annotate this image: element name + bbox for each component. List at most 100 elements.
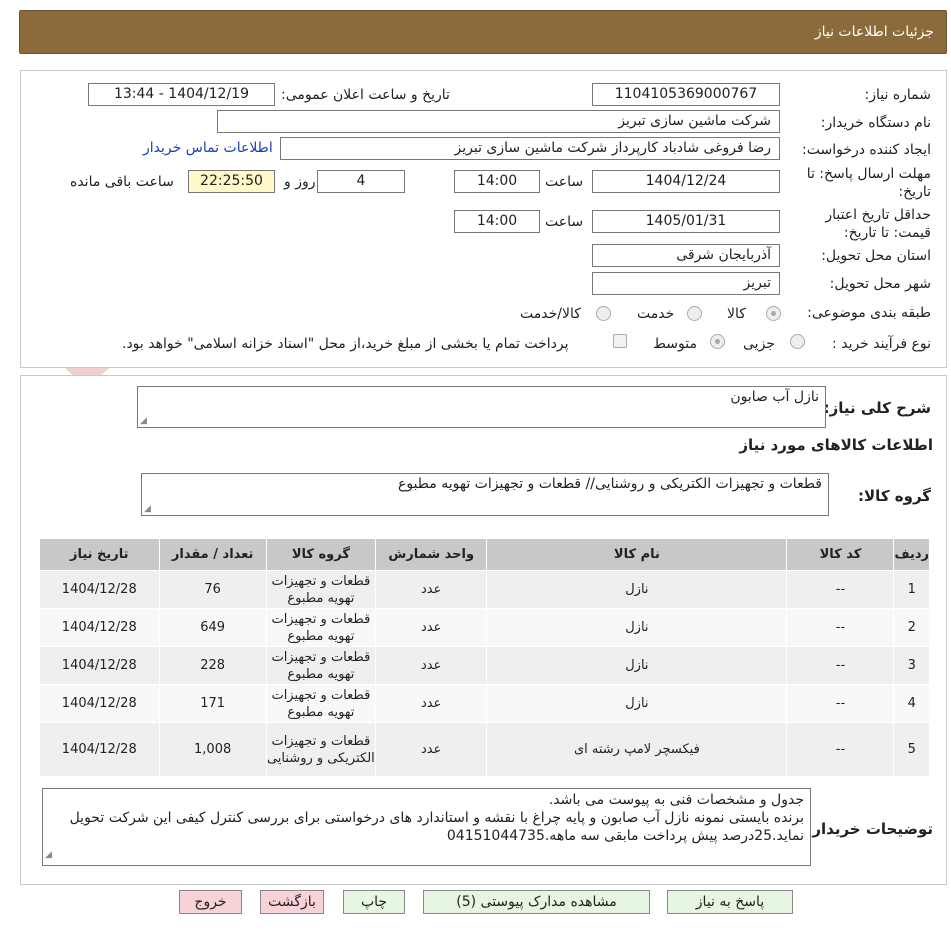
row-group: قطعات و تجهیزات الکتریکی و روشنایی	[265, 722, 377, 777]
row-name: نازل	[486, 570, 788, 609]
row-group: قطعات و تجهیزات تهویه مطبوع	[265, 570, 377, 609]
buyer-contact-link[interactable]: اطلاعات تماس خریدار	[143, 140, 273, 156]
process-radio-medium[interactable]	[710, 334, 725, 349]
goods-group-label: گروه کالا:	[858, 487, 931, 505]
deadline-label: مهلت ارسال پاسخ: تا تاریخ:	[806, 166, 931, 200]
creator-label: ایجاد کننده درخواست:	[802, 142, 931, 158]
col-header-index: ردیف	[893, 538, 930, 571]
purchase-process-label: نوع فرآیند خرید :	[832, 336, 931, 352]
buyer-notes-label: توضیحات خریدار:	[806, 820, 933, 838]
goods-group-text: قطعات و تجهیزات الکتریکی و روشنایی// قطع…	[398, 476, 822, 492]
row-date: 1404/12/28	[39, 722, 160, 777]
creator-field: رضا فروغی شادباد کارپرداز شرکت ماشین ساز…	[280, 137, 780, 160]
need-number-label: شماره نیاز:	[864, 87, 932, 103]
row-index: 2	[893, 608, 930, 647]
table-row: 1 -- نازل عدد قطعات و تجهیزات تهویه مطبو…	[39, 570, 930, 609]
row-date: 1404/12/28	[39, 608, 160, 647]
table-row: 4 -- نازل عدد قطعات و تجهیزات تهویه مطبو…	[39, 684, 930, 723]
category-label: طبقه بندی موضوعی:	[807, 305, 931, 321]
price-validity-label: حداقل تاریخ اعتبار قیمت: تا تاریخ:	[825, 207, 931, 241]
col-header-group: گروه کالا	[265, 538, 377, 571]
row-qty: 76	[158, 570, 267, 609]
col-header-qty: تعداد / مقدار	[158, 538, 267, 571]
row-unit: عدد	[375, 684, 488, 723]
row-code: --	[786, 608, 895, 647]
price-validity-date-field: 1405/01/31	[592, 210, 780, 233]
col-header-date: تاریخ نیاز	[39, 538, 160, 571]
announce-date-label: تاریخ و ساعت اعلان عمومی:	[281, 87, 450, 103]
delivery-province-field: آذربایجان شرقی	[592, 244, 780, 267]
announce-date-field: 1404/12/19 - 13:44	[88, 83, 275, 106]
row-date: 1404/12/28	[39, 570, 160, 609]
print-button[interactable]: چاپ	[343, 890, 405, 914]
category-option-goods: کالا	[727, 306, 746, 322]
page-title: جزئیات اطلاعات نیاز	[814, 24, 934, 40]
col-header-name: نام کالا	[486, 538, 788, 571]
time-remaining-label: ساعت باقی مانده	[70, 174, 174, 190]
row-name: نازل	[486, 684, 788, 723]
process-option-medium: متوسط	[653, 336, 697, 352]
category-radio-service[interactable]	[687, 306, 702, 321]
buyer-org-label: نام دستگاه خریدار:	[820, 115, 931, 131]
delivery-city-field: تبریز	[592, 272, 780, 295]
row-qty: 171	[158, 684, 267, 723]
row-index: 1	[893, 570, 930, 609]
row-group: قطعات و تجهیزات تهویه مطبوع	[265, 684, 377, 723]
category-radio-goods-service[interactable]	[596, 306, 611, 321]
price-validity-time-field: 14:00	[454, 210, 540, 233]
summary-textarea[interactable]: نازل آب صابون ◢	[137, 386, 826, 428]
delivery-city-label: شهر محل تحویل:	[829, 276, 931, 292]
table-row: 3 -- نازل عدد قطعات و تجهیزات تهویه مطبو…	[39, 646, 930, 685]
row-date: 1404/12/28	[39, 646, 160, 685]
row-index: 5	[893, 722, 930, 777]
row-qty: 1,008	[158, 722, 267, 777]
row-index: 4	[893, 684, 930, 723]
delivery-province-label: استان محل تحویل:	[821, 248, 931, 264]
resize-grip-icon: ◢	[45, 850, 52, 860]
resize-grip-icon: ◢	[144, 504, 151, 514]
row-index: 3	[893, 646, 930, 685]
col-header-code: کد کالا	[786, 538, 895, 571]
goods-section-title: اطلاعات کالاهای مورد نیاز	[739, 436, 933, 454]
exit-button[interactable]: خروج	[179, 890, 242, 914]
row-name: نازل	[486, 646, 788, 685]
row-group: قطعات و تجهیزات تهویه مطبوع	[265, 608, 377, 647]
buyer-notes-textarea[interactable]: جدول و مشخصات فنی به پیوست می باشد. برند…	[42, 788, 811, 866]
row-unit: عدد	[375, 608, 488, 647]
category-radio-goods[interactable]	[766, 306, 781, 321]
resize-grip-icon: ◢	[140, 416, 147, 426]
view-attachments-button[interactable]: مشاهده مدارک پیوستی (5)	[423, 890, 650, 914]
row-unit: عدد	[375, 722, 488, 777]
goods-group-textarea[interactable]: قطعات و تجهیزات الکتریکی و روشنایی// قطع…	[141, 473, 829, 516]
buyer-notes-line-1: جدول و مشخصات فنی به پیوست می باشد.	[548, 792, 804, 808]
row-code: --	[786, 646, 895, 685]
row-unit: عدد	[375, 646, 488, 685]
treasury-note: پرداخت تمام یا بخشی از مبلغ خرید،از محل …	[122, 336, 569, 352]
page-header: جزئیات اطلاعات نیاز	[19, 10, 947, 54]
deadline-time-field: 14:00	[454, 170, 540, 193]
buyer-notes-line-2: برنده بایستی نمونه نازل آب صابون و پایه …	[69, 810, 804, 844]
row-unit: عدد	[375, 570, 488, 609]
table-header-row: ردیف کد کالا نام کالا واحد شمارش گروه کا…	[39, 538, 930, 571]
row-group: قطعات و تجهیزات تهویه مطبوع	[265, 646, 377, 685]
col-header-unit: واحد شمارش	[375, 538, 488, 571]
row-qty: 228	[158, 646, 267, 685]
summary-text: نازل آب صابون	[730, 389, 819, 405]
reply-to-need-button[interactable]: پاسخ به نیاز	[667, 890, 793, 914]
deadline-time-label: ساعت	[545, 174, 584, 190]
summary-label: شرح کلی نیاز:	[823, 399, 931, 417]
table-row: 5 -- فیکسچر لامپ رشته ای عدد قطعات و تجه…	[39, 722, 930, 777]
goods-table: ردیف کد کالا نام کالا واحد شمارش گروه کا…	[39, 538, 930, 777]
row-code: --	[786, 684, 895, 723]
category-option-service: خدمت	[637, 306, 675, 322]
row-qty: 649	[158, 608, 267, 647]
buyer-org-field: شرکت ماشین سازی تبریز	[217, 110, 780, 133]
deadline-date-field: 1404/12/24	[592, 170, 780, 193]
treasury-checkbox[interactable]	[613, 334, 627, 348]
table-row: 2 -- نازل عدد قطعات و تجهیزات تهویه مطبو…	[39, 608, 930, 647]
row-code: --	[786, 722, 895, 777]
back-button[interactable]: بازگشت	[260, 890, 324, 914]
process-option-minor: جزیی	[743, 336, 775, 352]
row-date: 1404/12/28	[39, 684, 160, 723]
process-radio-minor[interactable]	[790, 334, 805, 349]
